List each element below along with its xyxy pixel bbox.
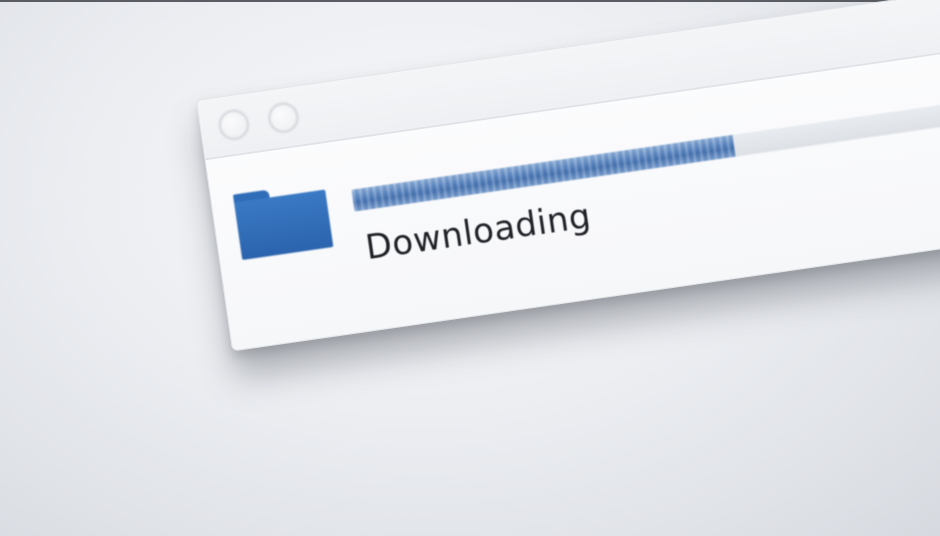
minimize-window-button[interactable] bbox=[266, 100, 301, 135]
download-status-label: Downloading bbox=[363, 196, 594, 269]
download-window: Downloading bbox=[196, 0, 940, 352]
download-progress-fill bbox=[351, 134, 736, 212]
screen-surface: Downloading bbox=[0, 0, 940, 536]
folder-icon-body bbox=[234, 189, 334, 261]
close-window-button[interactable] bbox=[216, 107, 251, 142]
folder-icon bbox=[232, 182, 334, 261]
